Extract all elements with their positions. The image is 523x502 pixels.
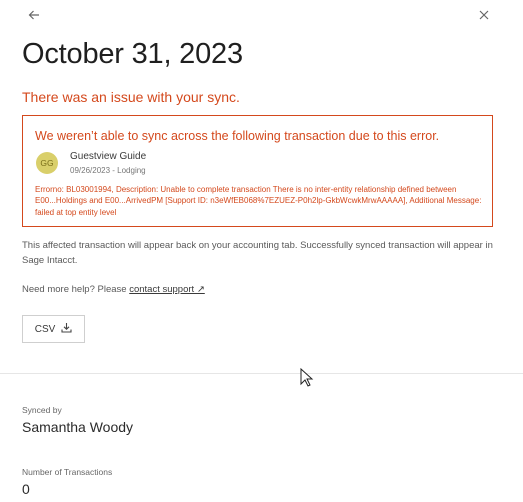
back-arrow-icon[interactable] xyxy=(25,6,43,24)
transaction-name: Guestview Guide xyxy=(70,151,147,162)
close-icon[interactable] xyxy=(475,6,493,24)
transaction-meta: 09/26/2023 - Lodging xyxy=(70,166,146,175)
synced-by-value: Samantha Woody xyxy=(22,419,134,435)
transactions-count-label: Number of Transactions xyxy=(22,467,113,477)
csv-button-label: CSV xyxy=(34,323,56,335)
help-prefix: Need more help? Please xyxy=(22,284,130,295)
help-text: Need more help? Please contact support ↗ xyxy=(22,284,205,295)
error-box: We weren’t able to sync across the follo… xyxy=(22,115,493,227)
section-divider xyxy=(0,373,523,374)
sync-issue-message: There was an issue with your sync. xyxy=(22,89,240,105)
download-icon xyxy=(61,322,72,336)
mouse-pointer-icon xyxy=(300,367,314,393)
transactions-count-value: 0 xyxy=(22,481,30,497)
error-detail: Errorno: BL03001994, Description: Unable… xyxy=(35,185,482,217)
avatar: GG xyxy=(36,152,58,174)
csv-download-button[interactable]: CSV xyxy=(22,315,85,343)
page-title: October 31, 2023 xyxy=(22,38,243,70)
synced-by-label: Synced by xyxy=(22,405,62,415)
info-text: This affected transaction will appear ba… xyxy=(22,240,493,266)
error-heading: We weren’t able to sync across the follo… xyxy=(35,129,440,143)
top-bar xyxy=(0,0,523,30)
contact-support-link[interactable]: contact support ↗ xyxy=(129,284,205,295)
